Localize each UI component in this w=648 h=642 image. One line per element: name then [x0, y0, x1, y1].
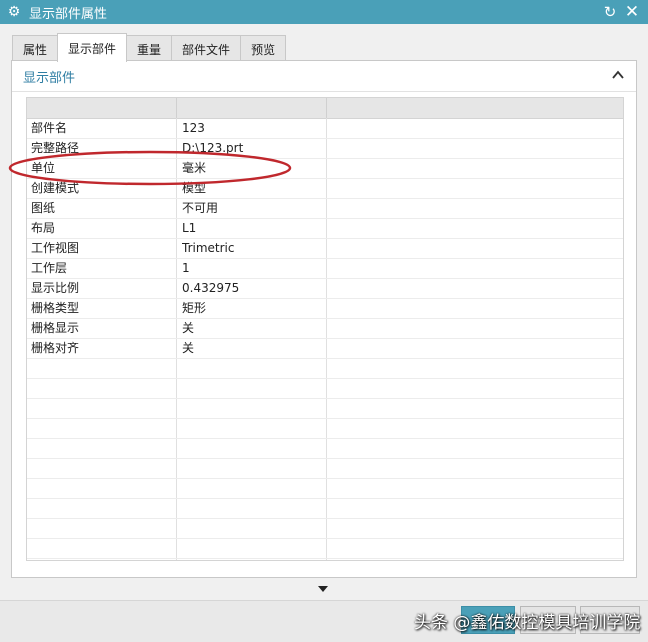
property-name: 图纸: [31, 201, 56, 215]
table-row[interactable]: [27, 419, 623, 439]
property-name: 显示比例: [31, 281, 80, 295]
table-row[interactable]: [27, 519, 623, 539]
property-value: 0.432975: [182, 281, 240, 295]
window-title: 显示部件属性: [29, 6, 108, 22]
table-row[interactable]: 栅格类型 矩形: [27, 299, 623, 319]
tab-strip: 属性 显示部件 重量 部件文件 预览: [12, 33, 287, 62]
table-row[interactable]: 部件名 123: [27, 119, 623, 139]
property-value: Trimetric: [182, 241, 235, 255]
table-row[interactable]: [27, 539, 623, 559]
table-row[interactable]: 显示比例 0.432975: [27, 279, 623, 299]
tab-label: 显示部件: [68, 41, 117, 56]
cancel-button[interactable]: [580, 606, 640, 634]
table-row[interactable]: [27, 399, 623, 419]
table-row[interactable]: 工作层 1: [27, 259, 623, 279]
group-title: 显示部件: [23, 70, 76, 86]
tab-label: 重量: [137, 42, 162, 57]
tab-preview[interactable]: 预览: [240, 35, 287, 62]
table-row[interactable]: 栅格对齐 关: [27, 339, 623, 359]
table-row[interactable]: [27, 479, 623, 499]
gear-icon[interactable]: ⚙: [5, 3, 23, 21]
table-row[interactable]: 图纸 不可用: [27, 199, 623, 219]
property-value: 毫米: [182, 161, 207, 175]
property-value: 123: [182, 121, 205, 135]
table-row[interactable]: 布局 L1: [27, 219, 623, 239]
property-name: 栅格显示: [31, 321, 80, 335]
property-value: 模型: [182, 181, 207, 195]
table-row[interactable]: [27, 379, 623, 399]
property-name: 栅格对齐: [31, 341, 80, 355]
chevron-down-icon[interactable]: [315, 583, 331, 595]
property-value: 关: [182, 341, 195, 355]
property-value: 不可用: [182, 201, 219, 215]
chevron-up-icon[interactable]: [610, 67, 626, 83]
table-row[interactable]: [27, 499, 623, 519]
close-icon[interactable]: ✕: [622, 2, 642, 22]
tab-weight[interactable]: 重量: [126, 35, 173, 62]
group-header[interactable]: 显示部件: [12, 61, 636, 92]
property-name: 工作层: [31, 261, 68, 275]
column-header-name[interactable]: [27, 98, 177, 118]
table-header: [27, 98, 623, 119]
property-name: 单位: [31, 161, 56, 175]
table-row[interactable]: 单位 毫米: [27, 159, 623, 179]
table-row[interactable]: [27, 459, 623, 479]
property-value: 关: [182, 321, 195, 335]
property-name: 完整路径: [31, 141, 80, 155]
tab-panel: 显示部件 部件名 123 完整路径 D:\123.prt 单位 毫米创建模式 模型图纸 不可用…: [11, 60, 637, 578]
tab-label: 部件文件: [182, 42, 231, 57]
property-name: 工作视图: [31, 241, 80, 255]
apply-button[interactable]: [520, 606, 576, 634]
properties-table: 部件名 123 完整路径 D:\123.prt 单位 毫米创建模式 模型图纸 不可用布局 L1 工…: [26, 97, 624, 561]
tab-part-file[interactable]: 部件文件: [171, 35, 242, 62]
table-row[interactable]: 栅格显示 关: [27, 319, 623, 339]
property-name: 部件名: [31, 121, 68, 135]
property-name: 栅格类型: [31, 301, 80, 315]
table-row[interactable]: 完整路径 D:\123.prt: [27, 139, 623, 159]
column-header-value[interactable]: [177, 98, 327, 118]
property-value: D:\123.prt: [182, 141, 244, 155]
reset-icon[interactable]: ↻: [600, 2, 620, 22]
title-bar: ⚙ 显示部件属性 ↻ ✕: [0, 0, 648, 24]
ok-button[interactable]: [461, 606, 515, 634]
tab-attributes[interactable]: 属性: [12, 35, 59, 62]
property-value: 1: [182, 261, 190, 275]
table-row[interactable]: [27, 439, 623, 459]
tab-label: 预览: [251, 42, 276, 57]
tab-displayed-part[interactable]: 显示部件: [57, 33, 128, 62]
table-row[interactable]: 创建模式 模型: [27, 179, 623, 199]
table-row[interactable]: 工作视图 Trimetric: [27, 239, 623, 259]
property-name: 创建模式: [31, 181, 80, 195]
tab-label: 属性: [23, 42, 48, 57]
table-row[interactable]: [27, 359, 623, 379]
property-value: 矩形: [182, 301, 207, 315]
property-value: L1: [182, 221, 197, 235]
table-body: 部件名 123 完整路径 D:\123.prt 单位 毫米创建模式 模型图纸 不可用布局 L1 工…: [27, 119, 623, 559]
property-name: 布局: [31, 221, 56, 235]
